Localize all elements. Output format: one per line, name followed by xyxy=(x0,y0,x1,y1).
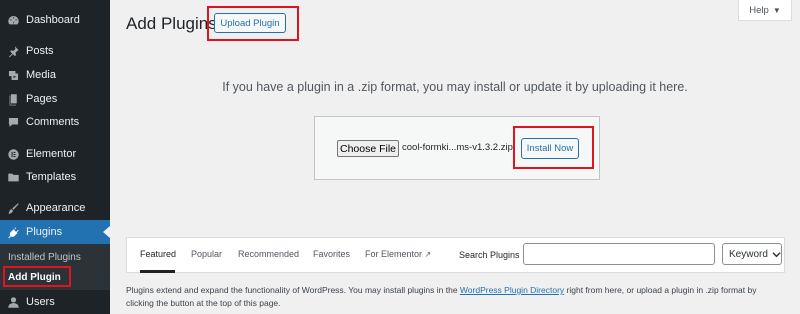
search-plugins-input[interactable] xyxy=(523,243,715,265)
tab-featured[interactable]: Featured xyxy=(140,249,176,259)
tab-recommended[interactable]: Recommended xyxy=(238,249,299,259)
upload-description: If you have a plugin in a .zip format, y… xyxy=(222,80,688,94)
elementor-icon xyxy=(6,147,20,161)
search-label: Search Plugins xyxy=(459,250,520,260)
sidebar-item-label: Posts xyxy=(26,45,54,57)
plugin-directory-link[interactable]: WordPress Plugin Directory xyxy=(460,285,564,295)
selected-file-name: cool-formki...ms-v1.3.2.zip xyxy=(402,142,513,153)
sidebar-item-media[interactable]: Media xyxy=(0,63,110,87)
intro-text-start: Plugins extend and expand the functional… xyxy=(126,285,460,295)
plug-icon xyxy=(6,225,20,239)
tab-label: For Elementor xyxy=(365,249,423,259)
sidebar-item-label: Templates xyxy=(26,171,77,183)
sidebar-item-elementor[interactable]: Elementor xyxy=(0,142,110,166)
highlight-box xyxy=(513,126,594,169)
sidebar-item-plugins[interactable]: Plugins xyxy=(0,220,110,244)
sidebar-item-pages[interactable]: Pages xyxy=(0,87,110,111)
sidebar-item-label: Plugins xyxy=(26,226,63,238)
chevron-down-icon xyxy=(772,251,781,257)
sidebar-item-posts[interactable]: Posts xyxy=(0,39,110,63)
media-icon xyxy=(6,68,20,82)
dashboard-icon xyxy=(6,13,20,27)
sidebar-item-label: Users xyxy=(26,296,55,308)
sidebar-item-comments[interactable]: Comments xyxy=(0,110,110,134)
folder-icon xyxy=(6,170,20,184)
plugins-intro-text: Plugins extend and expand the functional… xyxy=(126,284,786,310)
sidebar-item-label: Dashboard xyxy=(26,14,80,26)
submenu-installed-plugins[interactable]: Installed Plugins xyxy=(8,252,81,263)
caret-down-icon: ▼ xyxy=(772,5,781,15)
user-icon xyxy=(6,295,20,309)
search-type-select[interactable]: Keyword xyxy=(722,243,782,265)
tab-active-indicator xyxy=(140,270,175,273)
choose-file-button[interactable]: Choose File xyxy=(337,140,399,157)
help-label: Help xyxy=(749,4,769,16)
sidebar-item-label: Media xyxy=(26,69,56,81)
page-title: Add Plugins xyxy=(126,14,217,33)
highlight-box xyxy=(3,266,71,287)
sidebar-item-label: Comments xyxy=(26,116,80,128)
external-link-icon: ↗ xyxy=(424,250,432,259)
sidebar-item-label: Appearance xyxy=(26,202,86,214)
help-tab[interactable]: Help ▼ xyxy=(738,0,792,21)
sidebar-item-appearance[interactable]: Appearance xyxy=(0,196,110,220)
brush-icon xyxy=(6,201,20,215)
page-icon xyxy=(6,92,20,106)
comment-icon xyxy=(6,115,20,129)
admin-sidebar: Dashboard Posts Media Pages Comments Ele… xyxy=(0,0,110,314)
tab-favorites[interactable]: Favorites xyxy=(313,249,350,259)
sidebar-item-dashboard[interactable]: Dashboard xyxy=(0,8,110,32)
sidebar-item-users[interactable]: Users xyxy=(0,290,110,314)
tab-popular[interactable]: Popular xyxy=(191,249,222,259)
select-value: Keyword xyxy=(729,248,768,260)
tab-for-elementor[interactable]: For Elementor ↗ xyxy=(365,249,431,259)
highlight-box xyxy=(207,6,299,41)
sidebar-item-label: Elementor xyxy=(26,148,77,160)
sidebar-item-label: Pages xyxy=(26,93,58,105)
sidebar-item-templates[interactable]: Templates xyxy=(0,165,110,189)
pin-icon xyxy=(6,44,20,58)
